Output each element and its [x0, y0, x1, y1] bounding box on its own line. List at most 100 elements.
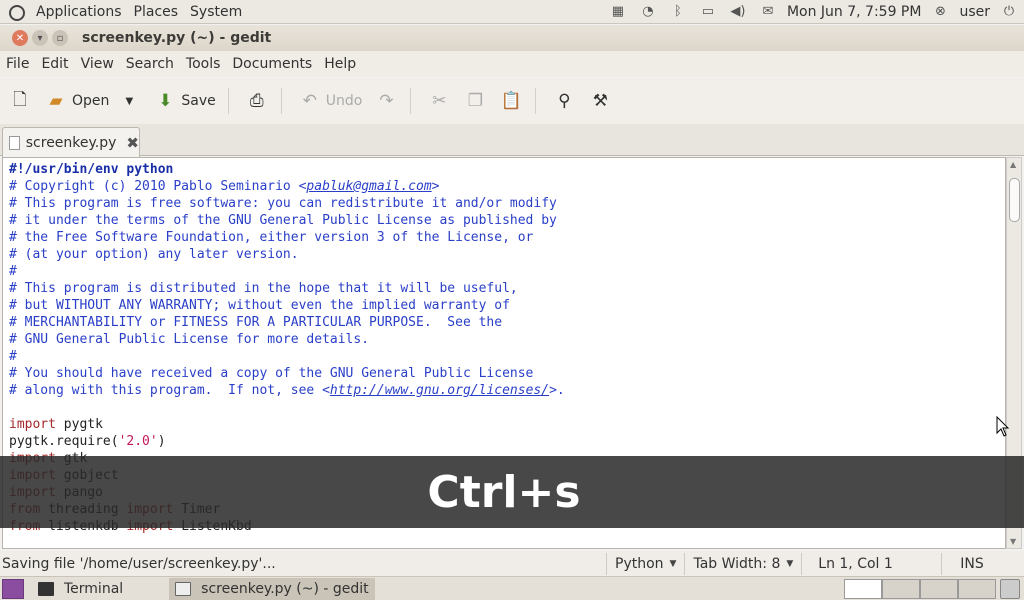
workspace-4[interactable]: [958, 578, 996, 599]
status-message: Saving file '/home/user/screenkey.py'...: [2, 556, 276, 572]
workspace-1[interactable]: [844, 578, 882, 599]
code-token: #: [9, 349, 17, 364]
language-label: Python: [615, 556, 664, 572]
workspace-2[interactable]: [882, 578, 920, 599]
user-menu[interactable]: user: [955, 4, 994, 20]
user-status-icon[interactable]: ⊗: [929, 3, 951, 21]
code-token: '2.0': [118, 434, 158, 449]
toolbar-separator: [227, 88, 229, 114]
code-line: # but WITHOUT ANY WARRANTY; without even…: [9, 297, 1005, 314]
undo-button[interactable]: ↶ Undo: [294, 84, 367, 118]
panel-menu: Applications Places System: [0, 0, 248, 24]
code-token: >.: [549, 383, 565, 398]
close-window-button[interactable]: ✕: [12, 30, 28, 46]
replace-button[interactable]: ⚒: [584, 84, 616, 118]
redo-icon: ↷: [379, 91, 394, 111]
folder-open-icon: ▰: [49, 91, 63, 111]
screenkey-overlay: Ctrl+s: [0, 456, 1024, 528]
chevron-down-icon: ▼: [786, 559, 794, 569]
find-button[interactable]: ⚲: [548, 84, 580, 118]
code-line: import pygtk: [9, 416, 1005, 433]
scroll-down-icon[interactable]: ▼: [1010, 537, 1016, 546]
copy-button[interactable]: ❐: [459, 84, 491, 118]
ubuntu-logo-icon[interactable]: [6, 2, 26, 22]
power-icon[interactable]: ⏻: [998, 3, 1020, 21]
print-button[interactable]: ⎙: [241, 84, 273, 118]
menu-tools[interactable]: Tools: [180, 56, 227, 72]
code-token: # Copyright (c) 2010 Pablo Seminario <: [9, 179, 307, 194]
cursor-position-label: Ln 1, Col 1: [818, 556, 893, 572]
mouse-pointer-icon: [996, 416, 1010, 437]
code-token: # (at your option) any later version.: [9, 247, 299, 262]
menu-edit[interactable]: Edit: [35, 56, 74, 72]
tab-width-label: Tab Width: 8: [693, 556, 781, 572]
bluetooth-icon[interactable]: ᛒ: [667, 3, 689, 21]
chevron-down-icon: ▼: [125, 95, 134, 107]
code-line: # it under the terms of the GNU General …: [9, 212, 1005, 229]
code-line: pygtk.require('2.0'): [9, 433, 1005, 450]
top-panel: Applications Places System ▦ ◔ ᛒ ▭ ◀) ✉ …: [0, 0, 1024, 24]
code-token: >: [431, 179, 440, 194]
code-token: pygtk.require(: [9, 434, 119, 449]
code-token: # along with this program. If not, see <: [9, 383, 330, 398]
language-selector[interactable]: Python ▼: [606, 553, 684, 575]
menu-file[interactable]: File: [0, 56, 35, 72]
new-document-button[interactable]: 🗋: [4, 84, 36, 118]
code-token: # This program is distributed in the hop…: [9, 281, 518, 296]
volume-icon[interactable]: ◀): [727, 3, 749, 21]
window-titlebar[interactable]: ✕ ▾ ▫ screenkey.py (~) - gedit: [0, 25, 1024, 51]
minimize-window-button[interactable]: ▾: [32, 30, 48, 46]
code-line: # GNU General Public License for more de…: [9, 331, 1005, 348]
code-token: # but WITHOUT ANY WARRANTY; without even…: [9, 298, 510, 313]
applications-menu[interactable]: Applications: [30, 4, 128, 20]
places-menu[interactable]: Places: [128, 4, 185, 20]
trash-icon[interactable]: [1000, 578, 1020, 599]
clock[interactable]: Mon Jun 7, 7:59 PM: [783, 4, 926, 20]
network-manager-icon[interactable]: ▦: [607, 3, 629, 21]
taskbar-item-gedit[interactable]: screenkey.py (~) - gedit: [169, 577, 375, 600]
window-title: screenkey.py (~) - gedit: [82, 30, 272, 46]
code-line: # (at your option) any later version.: [9, 246, 1005, 263]
code-token: import: [9, 417, 56, 432]
code-line: #: [9, 263, 1005, 280]
code-token: pabluk@gmail.com: [306, 179, 432, 194]
code-token: #: [9, 264, 17, 279]
battery-icon[interactable]: ▭: [697, 3, 719, 21]
taskbar-item-terminal[interactable]: Terminal: [32, 578, 129, 600]
mail-icon[interactable]: ✉: [757, 3, 779, 21]
cut-button[interactable]: ✂: [423, 84, 455, 118]
taskbar-item-label: Terminal: [64, 580, 124, 597]
tab-width-selector[interactable]: Tab Width: 8 ▼: [684, 553, 801, 575]
workspace-3[interactable]: [920, 578, 958, 599]
menu-search[interactable]: Search: [120, 56, 180, 72]
menu-help[interactable]: Help: [318, 56, 362, 72]
code-line: #!/usr/bin/env python: [9, 161, 1005, 178]
code-token: http://www.gnu.org/licenses/: [329, 383, 550, 398]
save-button[interactable]: ⬇ Save: [149, 84, 219, 118]
redo-button[interactable]: ↷: [370, 84, 402, 118]
wifi-icon[interactable]: ◔: [637, 3, 659, 21]
code-token: pygtk: [55, 417, 103, 432]
toolbar-separator: [410, 88, 412, 114]
keystroke-display: Ctrl+s: [427, 466, 581, 518]
menu-documents[interactable]: Documents: [226, 56, 318, 72]
tab-label: screenkey.py: [25, 134, 117, 151]
maximize-window-button[interactable]: ▫: [52, 30, 68, 46]
open-recent-dropdown[interactable]: ▼: [113, 84, 145, 118]
copy-icon: ❐: [467, 91, 483, 111]
menu-view[interactable]: View: [75, 56, 120, 72]
undo-icon: ↶: [302, 91, 317, 111]
statusbar: Saving file '/home/user/screenkey.py'...…: [0, 551, 1024, 577]
workspace-switcher[interactable]: [844, 578, 996, 599]
close-tab-icon[interactable]: ✖: [126, 134, 139, 152]
scrollbar-thumb[interactable]: [1009, 178, 1020, 222]
code-line: # You should have received a copy of the…: [9, 365, 1005, 382]
system-menu[interactable]: System: [184, 4, 248, 20]
show-desktop-button[interactable]: [2, 578, 24, 599]
open-button[interactable]: ▰ Open: [40, 84, 113, 118]
paste-button[interactable]: 📋: [495, 84, 527, 118]
search-icon: ⚲: [558, 91, 571, 111]
scroll-up-icon[interactable]: ▲: [1010, 160, 1016, 169]
tab-screenkey[interactable]: screenkey.py ✖: [2, 127, 140, 157]
